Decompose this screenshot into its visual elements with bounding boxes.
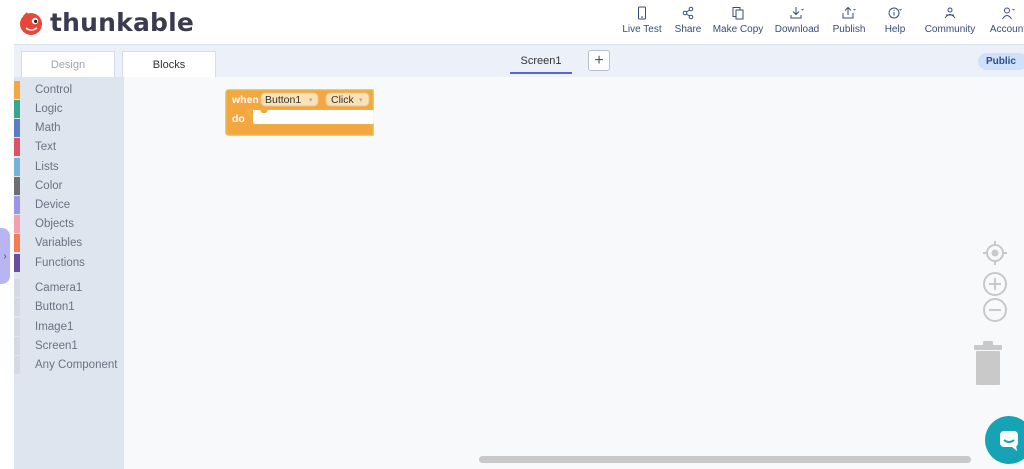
- category-objects[interactable]: Objects: [14, 214, 124, 233]
- thunkable-logo-icon: [20, 11, 42, 35]
- category-label: Lists: [35, 160, 59, 173]
- chevron-down-icon: ▾: [359, 97, 363, 104]
- component-swatch: [14, 355, 20, 374]
- chat-icon: [1000, 431, 1018, 451]
- category-label: Logic: [35, 102, 63, 115]
- nav-account[interactable]: Account: [988, 6, 1024, 35]
- component-swatch: [14, 336, 20, 355]
- nav-live-test[interactable]: Live Test: [622, 6, 662, 35]
- account-icon: [1002, 7, 1015, 20]
- nav-share[interactable]: Share: [673, 6, 703, 35]
- recenter-icon[interactable]: [983, 241, 1007, 265]
- zoom-in-icon[interactable]: [983, 272, 1007, 296]
- category-control[interactable]: Control: [14, 80, 124, 99]
- category-swatch: [14, 233, 20, 252]
- tab-screen1[interactable]: Screen1: [510, 55, 572, 74]
- category-label: Control: [35, 83, 73, 96]
- nav-community[interactable]: Community: [924, 6, 976, 35]
- when-click-block[interactable]: when Button1 ▾ Click ▾ do: [224, 89, 376, 139]
- blocks-sidebar: Control Logic Math Text Lists Color Devi…: [14, 77, 124, 469]
- nav-label: Account: [989, 24, 1024, 35]
- component-screen1[interactable]: Screen1: [14, 336, 124, 355]
- phone-icon: [638, 6, 646, 20]
- nav-download[interactable]: Download: [774, 6, 820, 35]
- category-swatch: [14, 214, 20, 233]
- nav-label: Help: [884, 24, 906, 35]
- component-label: Camera1: [35, 281, 83, 294]
- nav-label: Live Test: [622, 24, 662, 35]
- top-bar: thunkable Live Test Share Make Copy Down…: [0, 0, 1024, 44]
- expand-panel-handle[interactable]: ›: [0, 228, 10, 284]
- nav-label: Make Copy: [712, 24, 764, 35]
- tabs-bar: Design Blocks Screen1 + Public: [14, 44, 1024, 78]
- category-label: Math: [35, 121, 61, 134]
- category-swatch: [14, 176, 20, 195]
- nav-label: Community: [924, 24, 976, 35]
- download-icon: [790, 7, 804, 19]
- component-image1[interactable]: Image1: [14, 317, 124, 336]
- trash-icon[interactable]: [972, 341, 1004, 386]
- component-swatch: [14, 278, 20, 297]
- category-label: Text: [35, 140, 57, 153]
- publish-icon: [842, 6, 856, 19]
- workspace-scrollbar[interactable]: [479, 456, 971, 463]
- category-functions[interactable]: Functions: [14, 253, 124, 272]
- nav-help[interactable]: Help: [881, 6, 909, 35]
- category-label: Objects: [35, 217, 74, 230]
- component-dropdown-value: Button1: [265, 94, 301, 106]
- category-swatch: [14, 137, 20, 156]
- category-label: Color: [35, 179, 63, 192]
- event-dropdown-value: Click: [331, 94, 354, 106]
- community-icon: [944, 7, 956, 19]
- chevron-right-icon: ›: [3, 250, 7, 262]
- copy-icon: [732, 7, 744, 20]
- tab-design[interactable]: Design: [21, 51, 115, 78]
- tab-blocks[interactable]: Blocks: [122, 51, 216, 78]
- nav-make-copy[interactable]: Make Copy: [713, 6, 763, 35]
- component-label: Screen1: [35, 339, 78, 352]
- nav-label: Share: [674, 24, 702, 35]
- category-device[interactable]: Device: [14, 195, 124, 214]
- category-label: Device: [35, 198, 71, 211]
- share-icon: [682, 6, 694, 20]
- category-color[interactable]: Color: [14, 176, 124, 195]
- chevron-down-icon: ▾: [309, 97, 313, 104]
- category-logic[interactable]: Logic: [14, 99, 124, 118]
- component-swatch: [14, 317, 20, 336]
- category-text[interactable]: Text: [14, 137, 124, 156]
- category-label: Variables: [35, 236, 83, 249]
- help-icon: [888, 7, 902, 19]
- category-swatch: [14, 99, 20, 118]
- nav-label: Download: [774, 24, 820, 35]
- category-swatch: [14, 118, 20, 137]
- category-swatch: [14, 157, 20, 176]
- component-label: Button1: [35, 300, 75, 313]
- component-any[interactable]: Any Component: [14, 355, 124, 374]
- logo[interactable]: thunkable: [18, 8, 194, 37]
- component-label: Any Component: [35, 358, 118, 371]
- category-label: Functions: [35, 256, 85, 269]
- category-swatch: [14, 253, 20, 272]
- component-button1[interactable]: Button1: [14, 297, 124, 316]
- add-screen-button[interactable]: +: [588, 50, 610, 71]
- component-camera1[interactable]: Camera1: [14, 278, 124, 297]
- nav-publish[interactable]: Publish: [831, 6, 867, 35]
- block-when-label: when: [231, 94, 259, 106]
- visibility-badge[interactable]: Public: [977, 53, 1024, 70]
- component-label: Image1: [35, 320, 74, 333]
- category-swatch: [14, 195, 20, 214]
- block-do-label: do: [232, 113, 245, 125]
- category-lists[interactable]: Lists: [14, 157, 124, 176]
- category-variables[interactable]: Variables: [14, 233, 124, 252]
- component-swatch: [14, 297, 20, 316]
- zoom-out-icon[interactable]: [983, 298, 1007, 322]
- category-swatch: [14, 80, 20, 99]
- logo-text: thunkable: [50, 8, 195, 37]
- nav-label: Publish: [832, 24, 866, 35]
- category-math[interactable]: Math: [14, 118, 124, 137]
